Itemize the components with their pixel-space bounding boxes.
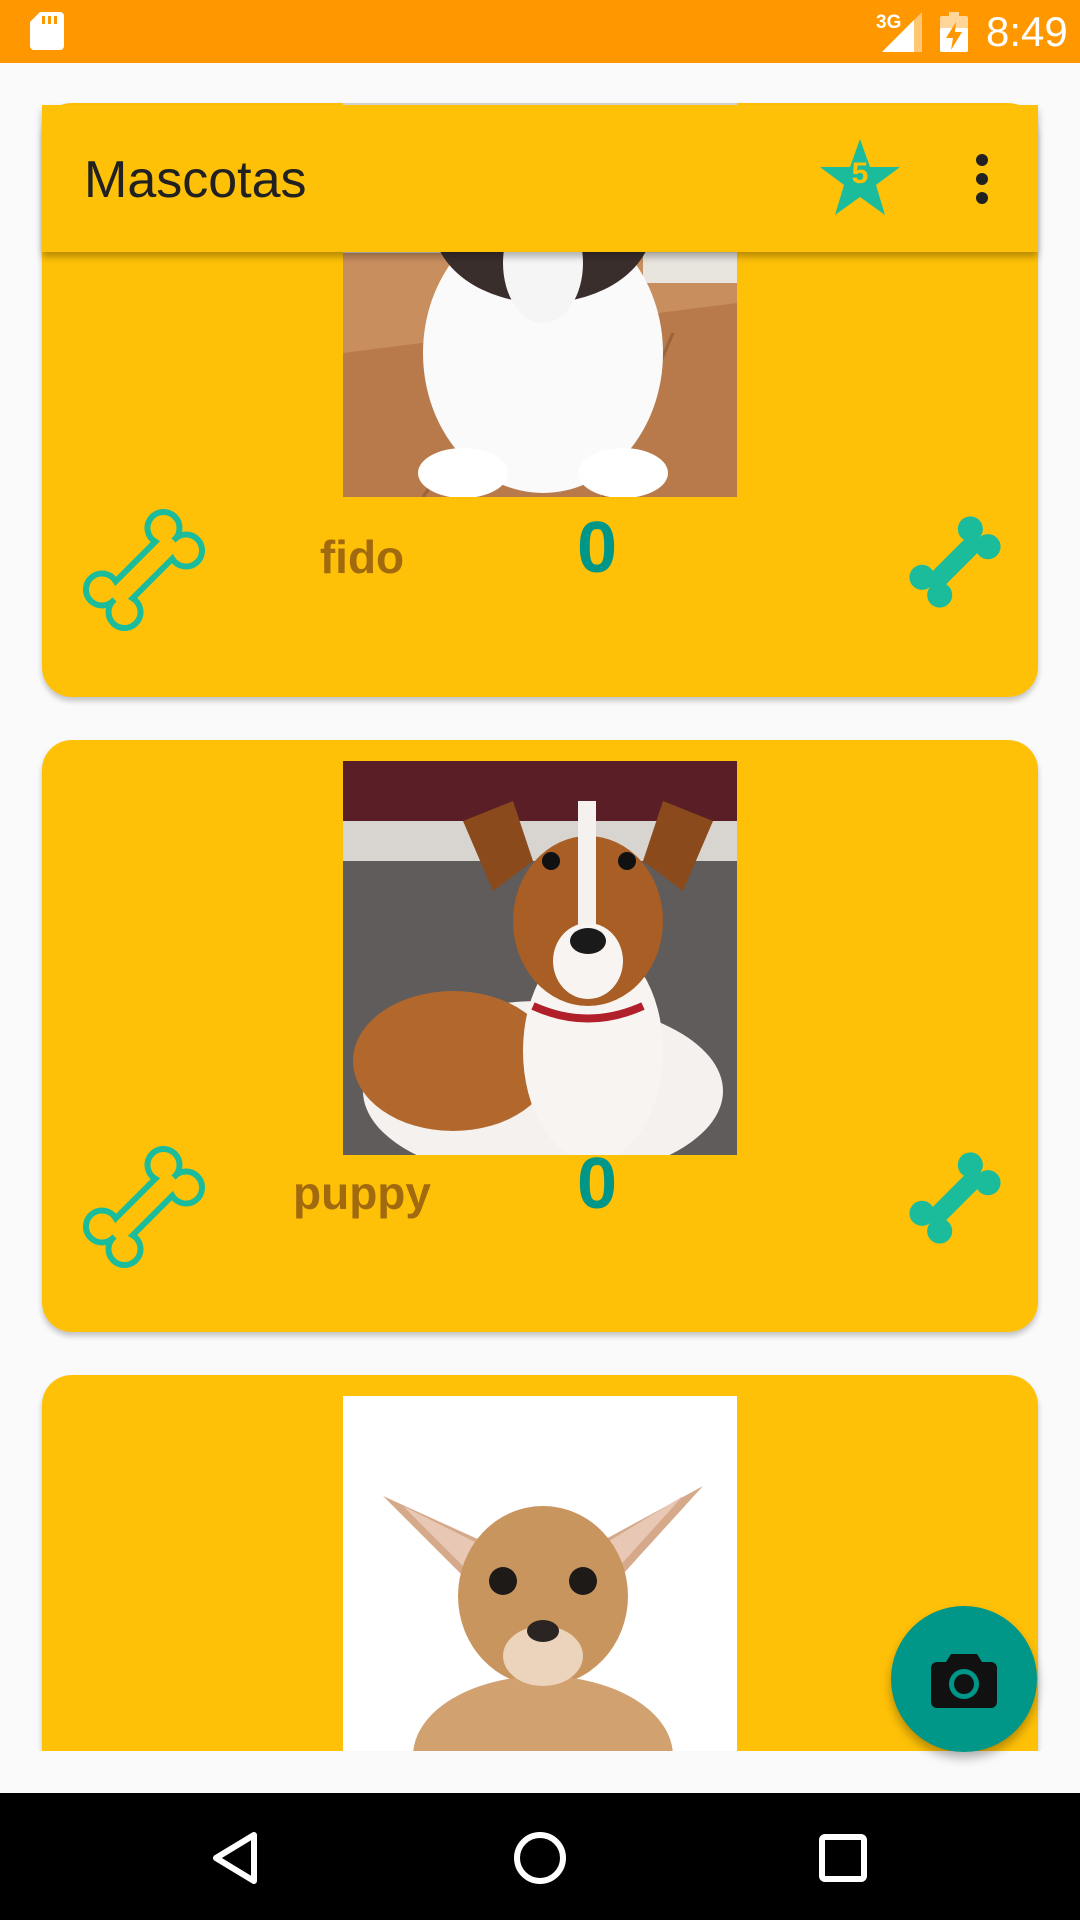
pet-likes-count: 0	[576, 508, 618, 588]
bone-filled-icon[interactable]	[900, 507, 1010, 617]
pet-name: fido	[319, 531, 405, 583]
pet-photo	[343, 1396, 737, 1751]
bone-outline-icon[interactable]	[74, 1137, 214, 1277]
pet-name: puppy	[293, 1167, 431, 1219]
home-icon[interactable]	[505, 1823, 575, 1893]
camera-fab-button[interactable]	[891, 1606, 1037, 1752]
more-vert-icon[interactable]	[972, 153, 992, 205]
favorites-count-badge[interactable]: 5	[818, 157, 902, 191]
pet-likes-count: 0	[576, 1144, 618, 1224]
pet-card: puppy 0	[42, 740, 1038, 1332]
status-bar: 3G 8:49	[0, 0, 1080, 63]
app-bar: Mascotas 5	[42, 105, 1038, 252]
navigation-bar	[0, 1793, 1080, 1920]
pet-list[interactable]: fido 0 puppy 0	[0, 63, 1080, 1751]
back-icon[interactable]	[202, 1823, 272, 1893]
recents-icon[interactable]	[808, 1823, 878, 1893]
bone-filled-icon[interactable]	[900, 1143, 1010, 1253]
pet-photo	[343, 761, 737, 1155]
status-time: 8:49	[986, 8, 1068, 55]
app-title: Mascotas	[84, 151, 307, 209]
battery-charging-icon	[940, 12, 968, 52]
signal-icon	[882, 12, 922, 52]
sd-card-icon	[30, 12, 64, 50]
pet-card	[42, 1375, 1038, 1751]
bone-outline-icon[interactable]	[74, 500, 214, 640]
camera-icon	[931, 1654, 997, 1708]
